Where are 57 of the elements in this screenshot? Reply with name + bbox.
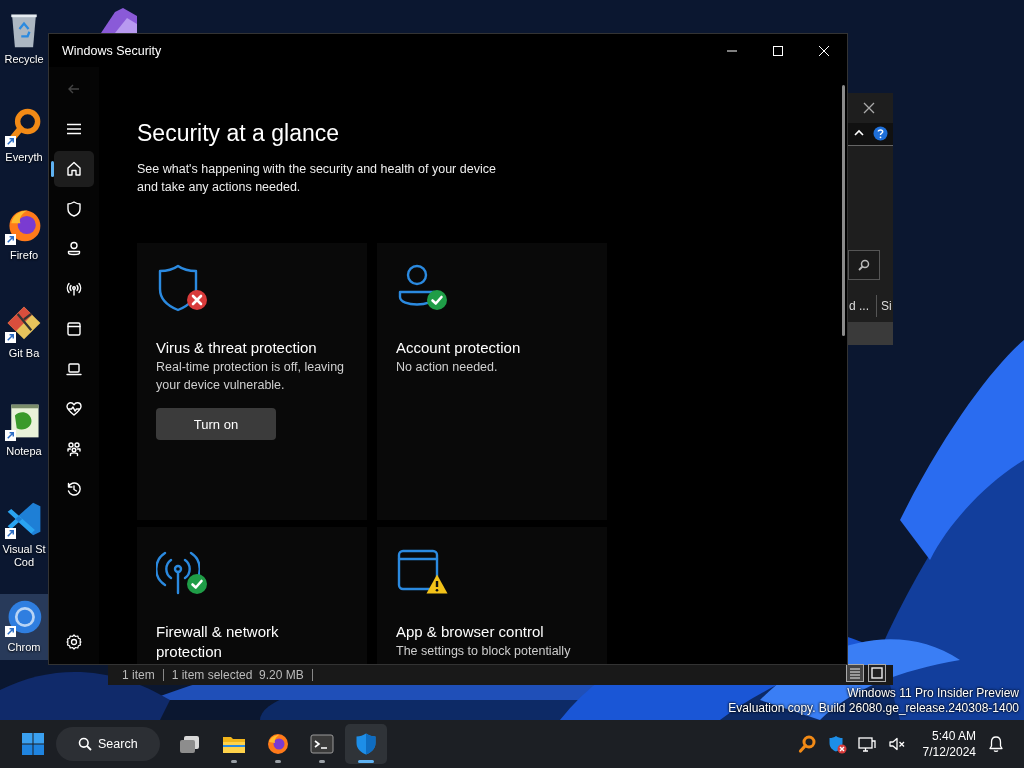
desktop-icon[interactable]: Everyth [0, 104, 48, 170]
status-card[interactable]: Firewall & network protection [137, 527, 367, 664]
window-icon [64, 319, 84, 339]
nav-item[interactable] [54, 151, 94, 187]
settings-icon [64, 632, 84, 652]
error-icon [186, 289, 208, 311]
desktop-icon[interactable]: Firefo [0, 202, 48, 268]
people-icon [64, 439, 84, 459]
search-button[interactable] [848, 250, 880, 280]
turn-on-button[interactable]: Turn on [156, 408, 276, 440]
card-description: No action needed. [396, 359, 499, 376]
clock-time: 5:40 AM [931, 728, 976, 744]
details-view-icon[interactable] [846, 664, 864, 682]
page-heading: Security at a glance [137, 119, 340, 148]
status-card[interactable]: Account protection No action needed. [377, 243, 607, 520]
terminal-icon [310, 732, 334, 756]
scrollbar[interactable] [842, 85, 845, 336]
start-button[interactable] [20, 731, 46, 757]
status-text: 1 item [122, 668, 155, 682]
close-icon [818, 44, 830, 57]
column-header[interactable]: d ... [849, 299, 869, 313]
card-description: The settings to block potentially [396, 643, 572, 660]
status-text: 1 item selected 9.20 MB [171, 668, 304, 682]
page-subtitle: See what's happening with the security and health of your device and take any actions needed. [137, 161, 497, 196]
maximize-icon [772, 44, 784, 57]
clock-date: 7/12/2024 [922, 744, 976, 760]
magnifier-icon[interactable] [796, 734, 817, 754]
card-title: App & browser control [396, 622, 545, 642]
desktop-icon[interactable]: Chrom [0, 594, 48, 660]
home-icon [64, 159, 84, 179]
status-card[interactable]: Virus & threat protection Real-time protection is off, leaving your device vulnerable. Turn on [137, 243, 367, 520]
desktop-icon[interactable]: Git Ba [0, 300, 48, 366]
desktop-icon[interactable]: Recycle [0, 6, 48, 72]
window-title: Windows Security [62, 43, 163, 58]
globe-icon [266, 732, 290, 756]
shield-icon [354, 732, 378, 756]
monitor-icon[interactable] [856, 734, 877, 754]
search-icon [78, 737, 92, 751]
taskbar-app[interactable] [345, 724, 387, 764]
shield-icon [156, 263, 200, 313]
search-icon [857, 258, 871, 272]
column-header[interactable]: Si [881, 299, 892, 313]
card-title: Account protection [396, 338, 522, 358]
clock[interactable]: 5:40 AM 7/12/2024 [922, 728, 976, 760]
search-box[interactable]: Search [56, 727, 160, 761]
card-title: Virus & threat protection [156, 338, 318, 358]
card-description: Real-time protection is off, leaving your device vulnerable. [156, 359, 345, 394]
tiles-view-icon[interactable] [868, 664, 886, 682]
shield-icon [64, 199, 84, 219]
desktop-icon[interactable]: Notepa [0, 398, 48, 464]
bell-icon[interactable] [986, 734, 1006, 754]
check-icon [426, 289, 448, 311]
help-icon[interactable] [873, 126, 888, 141]
warning-icon [426, 573, 448, 595]
check-icon [186, 573, 208, 595]
card-title: Firewall & network protection [156, 622, 280, 662]
status-card[interactable]: App & browser control The settings to block potentially [377, 527, 607, 664]
